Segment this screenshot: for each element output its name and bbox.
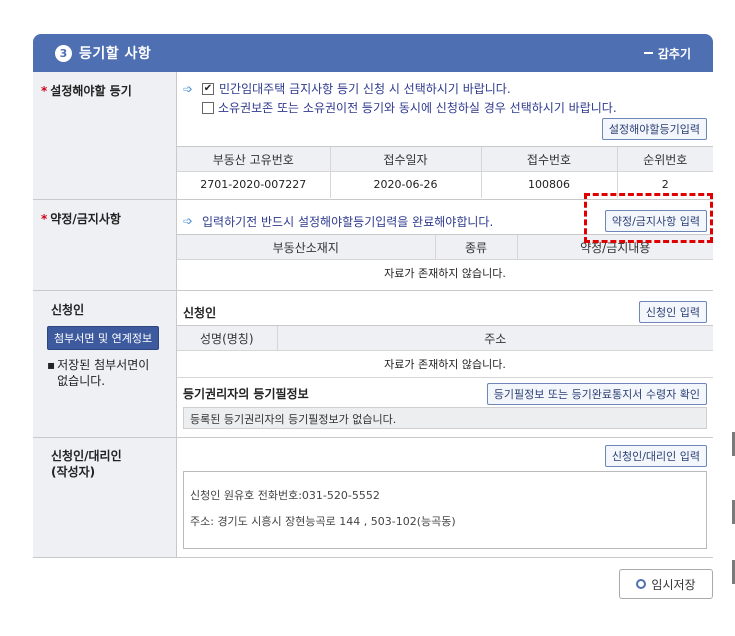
option-label-1: 민간임대주택 금지사항 등기 신청 시 선택하시기 바랍니다. xyxy=(219,82,511,96)
panel-header: 3 등기할 사항 감추기 xyxy=(33,34,713,72)
agreement-hint-text: 입력하기전 반드시 설정해야할등기입력을 완료해야합니다. xyxy=(202,214,494,229)
label-applicant: 신청인 첨부서면 및 연계정보 ▪ 저장된 첨부서면이 없습니다. xyxy=(33,291,177,437)
writer-input-button[interactable]: 신청인/대리인 입력 xyxy=(604,445,707,467)
option-row-1: ➩ ✔ 민간임대주택 금지사항 등기 신청 시 선택하시기 바랍니다. xyxy=(183,80,707,97)
col-header-content: 약정/금지내용 xyxy=(516,234,713,260)
col-header-address: 주소 xyxy=(276,325,713,351)
collapse-toggle[interactable]: 감추기 xyxy=(643,45,691,62)
option-row-2: 소유권보존 또는 소유권이전 등기와 동시에 신청하실 경우 선택하시기 바랍니… xyxy=(202,99,707,116)
label-agreement: * 약정/금지사항 xyxy=(33,200,177,290)
bullet: ▪ xyxy=(47,358,56,372)
col-header-type: 종류 xyxy=(434,234,517,260)
registered-info-heading: 등기권리자의 등기필정보 xyxy=(183,387,309,401)
col-header-rank-no: 순위번호 xyxy=(616,146,713,172)
writer-info-line-1: 신청인 원유호 전화번호:031-520-5552 xyxy=(190,489,380,502)
agreement-hint: ➩ 입력하기전 반드시 설정해야할등기입력을 완료해야합니다. xyxy=(183,213,493,230)
col-header-date: 접수일자 xyxy=(329,146,481,172)
empty-message: 자료가 존재하지 않습니다. xyxy=(177,259,713,286)
circle-icon xyxy=(636,579,647,589)
temp-save-button[interactable]: 임시저장 xyxy=(619,569,713,599)
registration-table: 부동산 고유번호 접수일자 접수번호 순위번호 2701-2020-007227… xyxy=(177,146,713,198)
attachment-note-text: 저장된 첨부서면이 없습니다. xyxy=(57,358,150,388)
label-writer: 신청인/대리인 (작성자) xyxy=(33,438,177,557)
col-header-receipt-no: 접수번호 xyxy=(480,146,617,172)
label-text: 신청인 xyxy=(51,303,85,317)
cell-rank-no: 2 xyxy=(616,171,713,198)
content-applicant: 신청인 신청인 입력 성명(명칭) 주소 자료가 존재하지 않습니다. 등기권리… xyxy=(177,291,713,437)
col-header-property-id: 부동산 고유번호 xyxy=(177,146,330,172)
required-registration-input-button[interactable]: 설정해야할등기입력 xyxy=(601,118,707,140)
writer-info-line-2: 주소: 경기도 시흥시 장현능곡로 144 , 503-102(능곡동) xyxy=(190,515,456,528)
agreement-table: 부동산소재지 종류 약정/금지내용 자료가 존재하지 않습니다. xyxy=(177,234,713,286)
applicant-heading: 신청인 xyxy=(183,305,217,320)
row-agreement: * 약정/금지사항 ➩ 입력하기전 반드시 설정해야할등기입력을 완료해야합니다.… xyxy=(33,200,713,291)
arrow-right-icon: ➩ xyxy=(183,214,194,228)
step-number-badge: 3 xyxy=(55,44,72,62)
applicant-input-button[interactable]: 신청인 입력 xyxy=(638,301,707,323)
content-agreement: ➩ 입력하기전 반드시 설정해야할등기입력을 완료해야합니다. 약정/금지사항 … xyxy=(177,200,713,290)
attachment-note: ▪ 저장된 첨부서면이 없습니다. xyxy=(47,357,161,389)
checkbox-ownership[interactable] xyxy=(202,101,214,114)
checkbox-private-rental[interactable]: ✔ xyxy=(202,82,214,95)
row-applicant: 신청인 첨부서면 및 연계정보 ▪ 저장된 첨부서면이 없습니다. 신청인 신청… xyxy=(33,291,713,438)
agreement-input-button[interactable]: 약정/금지사항 입력 xyxy=(604,210,707,232)
panel-title: 등기할 사항 xyxy=(79,46,152,62)
label-text: 약정/금지사항 xyxy=(50,212,121,226)
cell-date: 2020-06-26 xyxy=(329,171,481,198)
cell-receipt-no: 100806 xyxy=(480,171,617,198)
writer-info-textarea[interactable]: 신청인 원유호 전화번호:031-520-5552 주소: 경기도 시흥시 장현… xyxy=(183,471,707,549)
col-header-location: 부동산소재지 xyxy=(177,234,435,260)
content-writer: 신청인/대리인 입력 신청인 원유호 전화번호:031-520-5552 주소:… xyxy=(177,438,713,557)
arrow-right-icon: ➩ xyxy=(183,81,194,96)
required-asterisk: * xyxy=(41,84,48,98)
cell-property-id: 2701-2020-007227 xyxy=(177,171,330,198)
label-text-1: 신청인/대리인 xyxy=(51,449,122,463)
attachment-info-button[interactable]: 첨부서면 및 연계정보 xyxy=(47,326,160,350)
registered-info-confirm-button[interactable]: 등기필정보 또는 등기완료통지서 수령자 확인 xyxy=(486,382,707,405)
applicant-table: 성명(명칭) 주소 자료가 존재하지 않습니다. xyxy=(177,325,713,377)
attach-button-wrap: 첨부서면 및 연계정보 xyxy=(47,326,176,350)
minus-icon xyxy=(643,52,653,54)
collapse-label: 감추기 xyxy=(657,46,691,61)
label-text-2: (작성자) xyxy=(51,465,96,479)
empty-message: 자료가 존재하지 않습니다. xyxy=(177,350,713,377)
row-required-registration: * 설정해야할 등기 ➩ ✔ 민간임대주택 금지사항 등기 신청 시 선택하시기 … xyxy=(33,72,713,200)
label-text: 설정해야할 등기 xyxy=(50,84,132,98)
required-asterisk: * xyxy=(41,212,48,226)
registered-info-message: 등록된 등기권리자의 등기필정보가 없습니다. xyxy=(183,406,707,429)
col-header-name: 성명(명칭) xyxy=(177,325,277,351)
panel-title-group: 3 등기할 사항 xyxy=(55,43,151,63)
content-required-registration: ➩ ✔ 민간임대주택 금지사항 등기 신청 시 선택하시기 바랍니다. 소유권보… xyxy=(177,72,713,199)
temp-save-label: 임시저장 xyxy=(651,577,696,592)
registration-items-panel: 3 등기할 사항 감추기 * 설정해야할 등기 ➩ ✔ 민간임대주택 금지사항 등… xyxy=(33,34,713,558)
label-required-registration: * 설정해야할 등기 xyxy=(33,72,177,199)
option-label-2: 소유권보존 또는 소유권이전 등기와 동시에 신청하실 경우 선택하시기 바랍니… xyxy=(218,101,617,115)
row-writer: 신청인/대리인 (작성자) 신청인/대리인 입력 신청인 원유호 전화번호:03… xyxy=(33,438,713,558)
table-row[interactable]: 2701-2020-007227 2020-06-26 100806 2 xyxy=(177,171,713,198)
